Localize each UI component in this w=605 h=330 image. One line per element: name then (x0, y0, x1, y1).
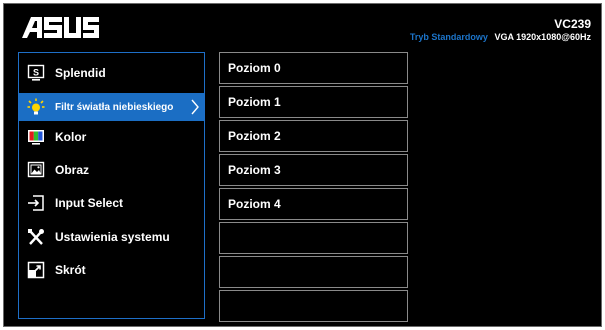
menu-item-label: Ustawienia systemu (55, 230, 170, 244)
resolution-label: 1920x1080@60Hz (516, 32, 591, 42)
status-line: Tryb Standardowy VGA 1920x1080@60Hz (410, 31, 591, 43)
menu-item-label: Splendid (55, 66, 106, 80)
splendid-icon: S (27, 64, 45, 82)
option-level-0[interactable]: Poziom 0 (219, 52, 408, 84)
menu-item-label: Obraz (55, 163, 90, 177)
svg-text:S: S (33, 68, 39, 78)
menu-item-label: Skrót (55, 263, 86, 277)
menu-item-label: Input Select (55, 196, 124, 210)
option-level-2[interactable]: Poziom 2 (219, 120, 408, 152)
mode-label: Tryb Standardowy (409, 32, 488, 42)
bulb-icon (27, 98, 45, 116)
menu-item-label: Filtr światła niebieskiego (55, 101, 174, 113)
input-label: VGA (494, 32, 514, 42)
menu-item-system-setup[interactable]: Ustawienia systemu (19, 223, 204, 251)
option-level-4[interactable]: Poziom 4 (219, 188, 408, 220)
option-empty (219, 222, 408, 254)
color-icon (27, 128, 45, 146)
option-empty (219, 290, 408, 322)
menu-item-label: Kolor (55, 130, 87, 144)
menu-item-shortcut[interactable]: Skrót (19, 256, 204, 284)
option-empty (219, 256, 408, 288)
image-icon (27, 161, 45, 179)
option-level-3[interactable]: Poziom 3 (219, 154, 408, 186)
model-name: VC239 (554, 17, 591, 31)
menu-item-input-select[interactable]: Input Select (19, 189, 204, 217)
menu-item-blue-light-filter[interactable]: Filtr światła niebieskiego (19, 93, 204, 121)
shortcut-icon (27, 261, 45, 279)
header-info: VC239 Tryb Standardowy VGA 1920x1080@60H… (410, 18, 591, 43)
asus-logo (22, 17, 99, 38)
menu-item-image[interactable]: Obraz (19, 156, 204, 184)
chevron-right-icon (191, 99, 199, 115)
menu-item-splendid[interactable]: S Splendid (19, 59, 204, 87)
tools-icon (27, 228, 45, 246)
osd-window: VC239 Tryb Standardowy VGA 1920x1080@60H… (3, 3, 602, 327)
input-select-icon (27, 194, 45, 212)
menu-item-color[interactable]: Kolor (19, 123, 204, 151)
main-menu: S Splendid Filtr światła niebieskiego Ko… (18, 52, 205, 319)
sub-menu: Poziom 0 Poziom 1 Poziom 2 Poziom 3 Pozi… (219, 52, 408, 322)
option-level-1[interactable]: Poziom 1 (219, 86, 408, 118)
